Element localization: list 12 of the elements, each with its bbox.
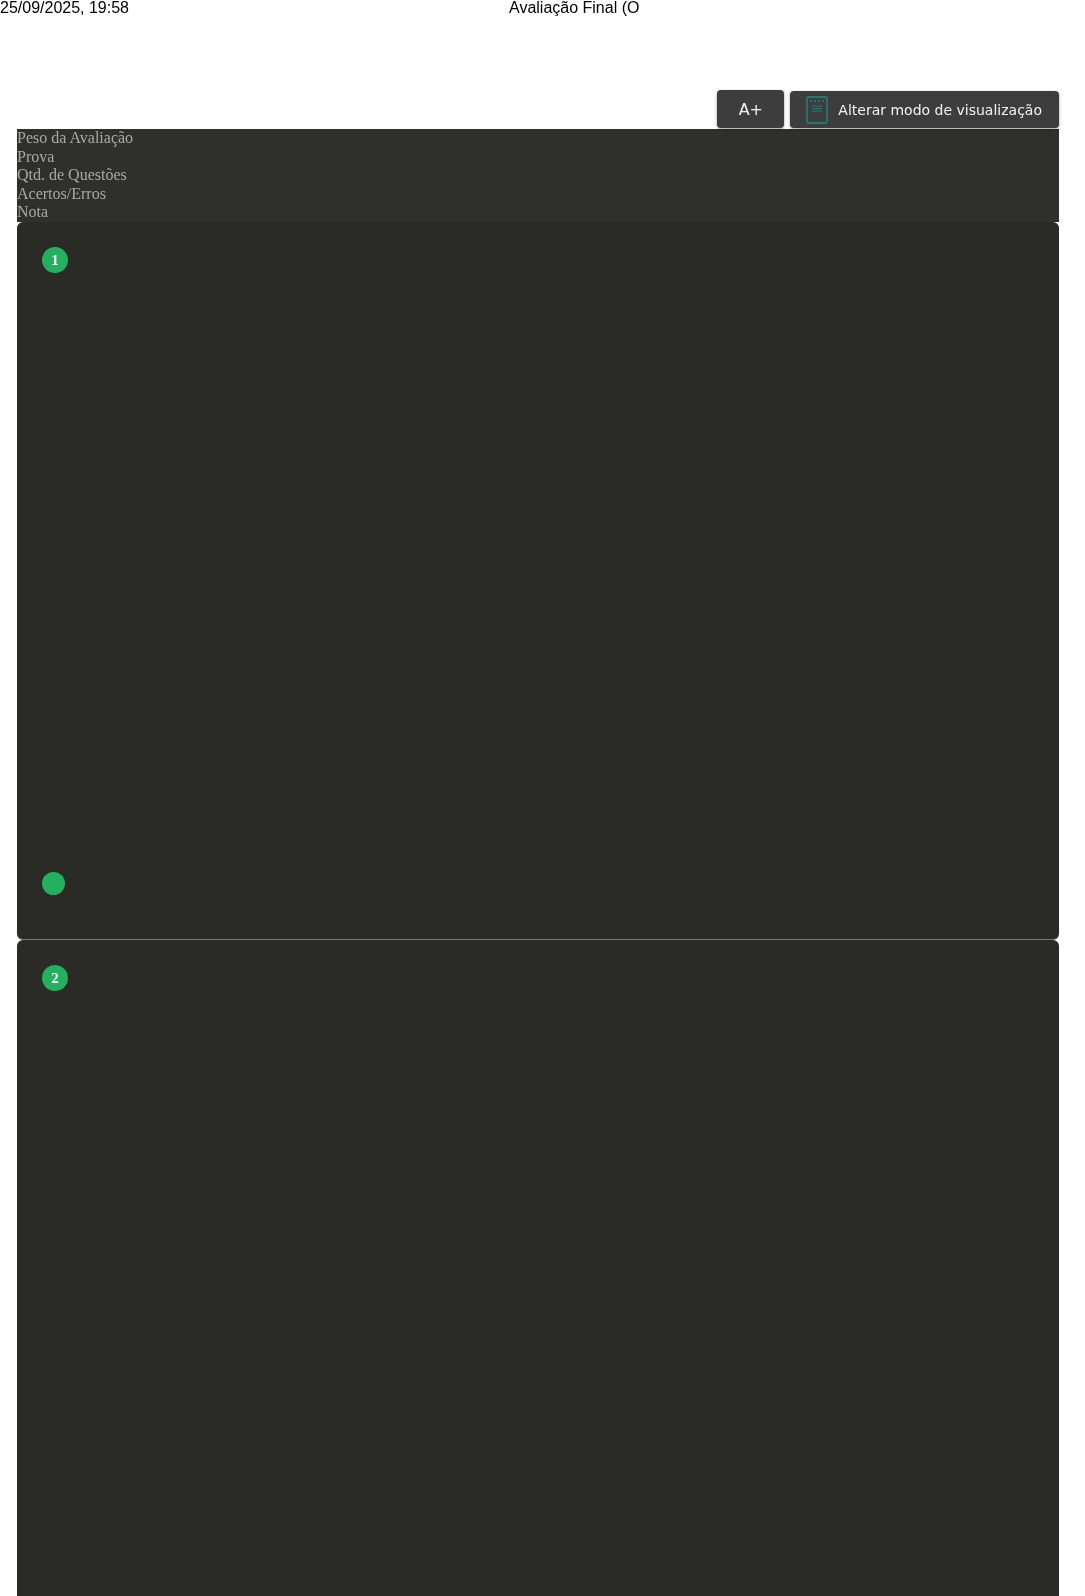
view-mode-button[interactable]: Alterar modo de visualização	[790, 91, 1059, 128]
summary-label: Nota	[17, 203, 50, 222]
document-icon	[806, 95, 829, 124]
page-title: Avaliação Final (O	[509, 0, 641, 16]
summary-label: Qtd. de Questões	[17, 166, 128, 185]
question-number: 2	[42, 965, 68, 991]
font-size-button[interactable]: A+	[717, 90, 785, 128]
summary-label: Acertos/Erros	[17, 184, 107, 204]
question-number: 1	[42, 247, 68, 273]
summary-label: Prova	[17, 147, 56, 167]
summary-label: Peso da Avaliação	[17, 129, 135, 148]
print-date: 25/09/2025, 19:58	[0, 0, 130, 16]
